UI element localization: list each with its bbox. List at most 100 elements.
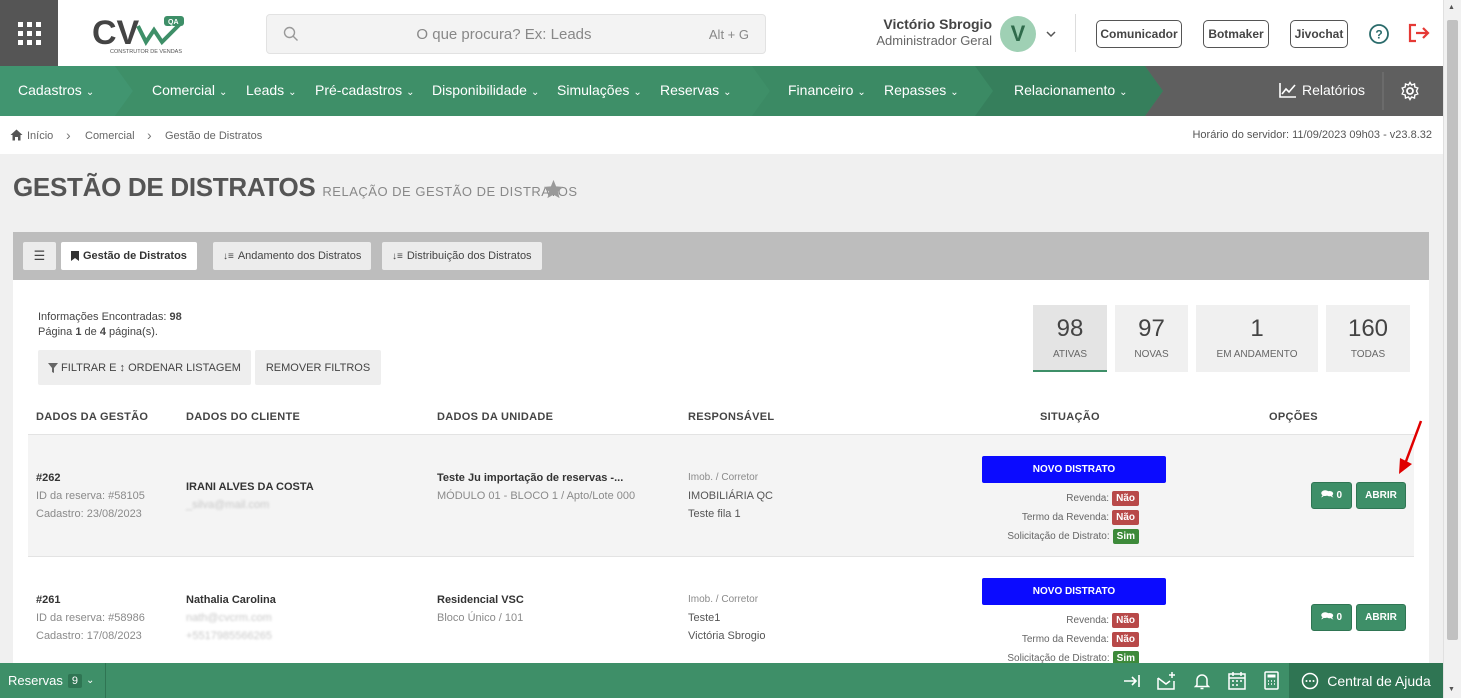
resp-corretor: Victória Sbrogio [688, 630, 766, 642]
nav-relatorios[interactable]: Relatórios [1279, 82, 1365, 98]
resp-imobiliaria: Teste1 [688, 612, 721, 624]
nav-comercial-label: Comercial [152, 82, 216, 98]
gestao-id: #262 [36, 472, 61, 484]
comments-count: 0 [1336, 612, 1342, 623]
top-bar: CV QA CONSTRUTOR DE VENDAS O que procura… [0, 0, 1443, 66]
col-header-responsavel: RESPONSÁVEL [688, 411, 775, 423]
tabs-bar: ☰ Gestão de Distratos ↓≡ Andamento dos D… [13, 232, 1429, 280]
calendar-icon[interactable] [1228, 671, 1246, 690]
nav-reservas[interactable]: Reservas ⌄ [660, 82, 732, 98]
cliente-cell: IRANI ALVES DA COSTA _silva@mail.com [186, 478, 314, 514]
avatar[interactable]: V [1000, 16, 1036, 52]
annotation-arrow-icon [1399, 420, 1423, 474]
col-header-cliente: DADOS DO CLIENTE [186, 411, 301, 423]
unit-detail: MÓDULO 01 - BLOCO 1 / Apto/Lote 000 [437, 490, 636, 502]
reserva-id: ID da reserva: #58986 [36, 612, 145, 624]
tab-andamento-distratos[interactable]: ↓≡ Andamento dos Distratos [213, 242, 372, 270]
stat-todas[interactable]: 160 TODAS [1326, 305, 1410, 372]
user-info[interactable]: Victório Sbrogio Administrador Geral [860, 16, 992, 48]
filter-button[interactable]: FILTRAR E ↕ ORDENAR LISTAGEM [38, 350, 251, 385]
flag-value: Não [1112, 613, 1139, 628]
logout-icon[interactable] [1407, 22, 1431, 44]
status-badge: NOVO DISTRATO [982, 456, 1166, 483]
chevron-right-icon: › [66, 127, 71, 143]
nav-pre-cadastros[interactable]: Pré-cadastros ⌄ [315, 82, 415, 98]
scrollbar-thumb[interactable] [1447, 20, 1458, 640]
nav-disponibilidade-label: Disponibilidade [432, 82, 527, 98]
col-header-unidade: DADOS DA UNIDADE [437, 411, 554, 423]
breadcrumb-comercial[interactable]: Comercial [85, 130, 135, 142]
flag-value: Não [1112, 632, 1139, 647]
unidade-cell: Residencial VSC Bloco Único / 101 [437, 591, 524, 627]
table-row: #262 ID da reserva: #58105 Cadastro: 23/… [28, 435, 1414, 556]
nav-relatorios-label: Relatórios [1302, 82, 1366, 98]
mail-add-icon[interactable] [1157, 671, 1177, 691]
tab-label: Andamento dos Distratos [237, 250, 362, 262]
tab-label: Gestão de Distratos [83, 250, 187, 262]
stat-ativas[interactable]: 98 ATIVAS [1033, 305, 1107, 372]
star-icon[interactable] [543, 179, 564, 199]
stat-label: TODAS [1350, 349, 1386, 360]
scroll-up-icon[interactable]: ▲ [1448, 4, 1455, 11]
nav-simulacoes[interactable]: Simulações ⌄ [557, 82, 642, 98]
logo[interactable]: CV QA CONSTRUTOR DE VENDAS [88, 0, 218, 66]
remove-filters-button[interactable]: REMOVER FILTROS [255, 350, 381, 385]
nav-financeiro[interactable]: Financeiro ⌄ [788, 82, 866, 98]
search-shortcut: Alt + G [708, 26, 749, 42]
apps-menu-button[interactable] [0, 0, 58, 66]
resp-label: Imob. / Corretor [688, 594, 759, 605]
comments-count: 0 [1336, 490, 1342, 501]
svg-text:?: ? [1375, 28, 1382, 42]
nav-financeiro-label: Financeiro [788, 82, 854, 98]
comments-button[interactable]: 🗪 0 [1311, 604, 1352, 631]
nav-leads[interactable]: Leads ⌄ [246, 82, 297, 98]
stat-value: 97 [1138, 315, 1165, 342]
gear-icon[interactable] [1400, 81, 1420, 101]
stat-novas[interactable]: 97 NOVAS [1115, 305, 1188, 372]
gestao-cell: #261 ID da reserva: #58986 Cadastro: 17/… [36, 591, 145, 645]
bell-icon[interactable] [1194, 672, 1210, 690]
tabs-menu-button[interactable]: ☰ [23, 242, 56, 270]
open-button[interactable]: ABRIR [1356, 482, 1406, 509]
nav-cadastros[interactable]: Cadastros ⌄ [18, 82, 94, 98]
scroll-down-icon[interactable]: ▼ [1448, 686, 1455, 693]
comments-button[interactable]: 🗪 0 [1311, 482, 1352, 509]
calculator-icon[interactable] [1264, 671, 1279, 690]
search-bar[interactable]: O que procura? Ex: Leads Alt + G [266, 14, 766, 54]
stat-label: NOVAS [1134, 349, 1169, 360]
nav-repasses[interactable]: Repasses ⌄ [884, 82, 959, 98]
nav-disponibilidade[interactable]: Disponibilidade ⌄ [432, 82, 539, 98]
breadcrumb: Início › Comercial › Gestão de Distratos… [0, 116, 1443, 154]
nav-simulacoes-label: Simulações [557, 82, 630, 98]
comments-icon: 🗪 [1320, 611, 1334, 622]
flag-label: Revenda: [1066, 615, 1110, 626]
open-button[interactable]: ABRIR [1356, 604, 1406, 631]
search-placeholder[interactable]: O que procura? Ex: Leads [299, 26, 709, 43]
chevron-down-icon[interactable] [1045, 30, 1057, 38]
search-icon [283, 26, 298, 41]
jivochat-button[interactable]: Jivochat [1290, 20, 1348, 48]
client-email: nath@cvcrm.com [186, 612, 272, 624]
nav-relacionamento[interactable]: Relacionamento ⌄ [1014, 82, 1128, 98]
reservas-label: Reservas [8, 673, 63, 688]
home-icon[interactable] [10, 129, 23, 141]
client-name: Nathalia Carolina [186, 594, 276, 606]
comunicador-button[interactable]: Comunicador [1096, 20, 1182, 48]
botmaker-button[interactable]: Botmaker [1203, 20, 1269, 48]
tab-gestao-distratos[interactable]: Gestão de Distratos [61, 242, 197, 270]
tab-distribuicao-distratos[interactable]: ↓≡ Distribuição dos Distratos [382, 242, 542, 270]
help-center-button[interactable]: Central de Ajuda [1289, 663, 1443, 698]
scrollbar[interactable]: ▲ ▼ [1443, 0, 1461, 698]
help-icon[interactable]: ? [1368, 23, 1390, 45]
unit-name: Teste Ju importação de reservas -... [437, 472, 624, 484]
cadastro-date: Cadastro: 17/08/2023 [36, 630, 142, 642]
nav-comercial[interactable]: Comercial ⌄ [152, 82, 227, 98]
collapse-icon[interactable] [1123, 673, 1141, 689]
breadcrumb-inicio[interactable]: Início [27, 130, 53, 142]
stat-em-andamento[interactable]: 1 EM ANDAMENTO [1196, 305, 1318, 372]
page-title: GESTÃO DE DISTRATOS RELAÇÃO DE GESTÃO DE… [13, 172, 578, 203]
responsavel-cell: Imob. / Corretor IMOBILIÁRIA QC Teste fi… [688, 469, 773, 523]
flag-label: Solicitação de Distrato: [1007, 531, 1110, 542]
chat-icon [1301, 672, 1319, 689]
reservas-dropdown[interactable]: Reservas 9 ⌄ [8, 673, 94, 688]
